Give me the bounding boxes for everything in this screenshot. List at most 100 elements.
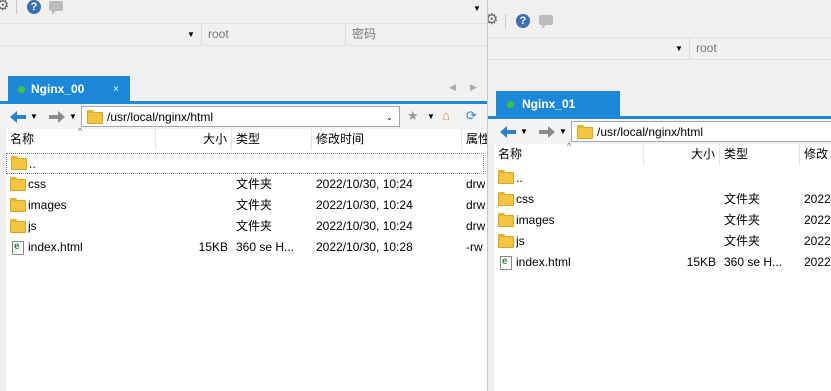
file-name: ..	[29, 157, 36, 171]
star-icon[interactable]: ★	[407, 108, 419, 124]
column-header-size[interactable]: 大小	[644, 144, 720, 165]
chevron-down-icon[interactable]: ▼	[187, 30, 195, 39]
tab-label: Nginx_00	[31, 82, 85, 96]
toolbar-separator	[505, 14, 506, 28]
chevron-down-icon[interactable]: ⌄	[386, 113, 393, 122]
sort-asc-icon: ^	[567, 141, 572, 151]
folder-icon	[498, 213, 514, 227]
file-type: 文件夹	[236, 198, 273, 212]
folder-icon	[10, 219, 26, 233]
back-arrow-icon[interactable]	[499, 125, 517, 139]
path-input[interactable]: /usr/local/nginx/html	[571, 121, 831, 142]
chevron-down-icon[interactable]: ▼	[520, 127, 528, 136]
file-name: index.html	[28, 240, 83, 254]
password-field[interactable]: 密码	[345, 24, 487, 45]
folder-icon	[11, 156, 27, 170]
forward-arrow-icon[interactable]	[538, 125, 556, 139]
column-header-mtime[interactable]: 修改	[800, 144, 831, 165]
table-row[interactable]: images 文件夹 2022	[494, 210, 831, 231]
chevron-down-icon[interactable]: ▼	[559, 127, 567, 136]
file-type: 文件夹	[236, 177, 273, 191]
right-nav-bar: ▼ ▼ /usr/local/nginx/html	[488, 119, 831, 144]
file-mtime: 2022	[804, 192, 831, 206]
gear-icon[interactable]: ⚙	[488, 12, 499, 27]
table-row[interactable]: js 文件夹 2022	[494, 231, 831, 252]
tab-nginx-00[interactable]: Nginx_00 ×	[8, 76, 130, 102]
chevron-down-icon[interactable]: ▼	[427, 112, 435, 121]
back-arrow-icon[interactable]	[9, 110, 27, 124]
right-toolbar: ⚙ ?	[488, 12, 831, 29]
chevron-down-icon[interactable]: ▼	[473, 4, 481, 13]
column-header-type[interactable]: 类型	[720, 144, 800, 165]
file-size: 15KB	[198, 240, 228, 254]
file-type: 文件夹	[236, 219, 273, 233]
table-row[interactable]: images 文件夹 2022/10/30, 10:24 drw	[6, 195, 487, 216]
forward-arrow-icon[interactable]	[48, 110, 66, 124]
column-header-attr[interactable]: 属性	[462, 129, 487, 150]
sort-asc-icon: ^	[78, 126, 83, 136]
right-file-list: 名称 ^ 大小 类型 修改 .. css 文件夹 2022 images 文件夹…	[494, 141, 831, 391]
tab-label: Nginx_01	[522, 97, 576, 111]
file-name: images	[28, 198, 67, 212]
tab-scroll-left-icon[interactable]: ◀	[449, 82, 456, 93]
table-row[interactable]: ..	[6, 153, 484, 174]
home-icon[interactable]: ⌂	[442, 108, 450, 124]
gear-icon[interactable]: ⚙	[0, 0, 10, 13]
refresh-icon[interactable]: ⟳	[466, 108, 477, 124]
file-name: index.html	[516, 255, 571, 269]
file-mtime: 2022/10/30, 10:24	[316, 219, 413, 233]
html-file-icon	[500, 256, 512, 270]
file-name: css	[28, 177, 46, 191]
chevron-down-icon[interactable]: ▼	[675, 44, 683, 53]
table-row[interactable]: css 文件夹 2022	[494, 189, 831, 210]
file-type: 360 se H...	[724, 255, 783, 269]
right-session-window: ⚙ ? ▼ root Nginx_01 ▼ ▼ /usr/local/nginx…	[488, 0, 831, 391]
file-type: 文件夹	[724, 192, 761, 206]
file-type: 360 se H...	[236, 240, 295, 254]
file-attr: drw	[466, 177, 486, 191]
help-icon[interactable]: ?	[516, 14, 530, 28]
file-mtime: 2022/10/30, 10:24	[316, 177, 413, 191]
file-attr: drw	[466, 219, 486, 233]
chevron-down-icon[interactable]: ▼	[30, 112, 38, 121]
file-mtime: 2022	[804, 213, 831, 227]
chat-icon[interactable]	[539, 15, 553, 29]
toolbar-separator	[16, 0, 17, 14]
help-icon[interactable]: ?	[27, 0, 41, 14]
table-row[interactable]: index.html 15KB 360 se H... 2022/10/30, …	[6, 237, 487, 258]
connected-status-icon	[507, 101, 514, 108]
tab-nginx-01[interactable]: Nginx_01	[496, 91, 620, 117]
file-mtime: 2022/10/30, 10:24	[316, 198, 413, 212]
path-input[interactable]: /usr/local/nginx/html ⌄	[81, 106, 400, 127]
chevron-down-icon[interactable]: ▼	[69, 112, 77, 121]
folder-icon	[87, 110, 103, 124]
username-field[interactable]: root	[201, 24, 345, 45]
path-text: /usr/local/nginx/html	[107, 110, 214, 124]
chat-icon[interactable]	[49, 1, 63, 15]
folder-icon	[498, 192, 514, 206]
file-attr: -rw	[466, 240, 483, 254]
html-file-icon	[12, 241, 24, 255]
file-name: js	[516, 234, 525, 248]
close-icon[interactable]: ×	[113, 84, 119, 95]
file-mtime: 2022/10/30, 10:28	[316, 240, 413, 254]
file-mtime: 2022	[804, 234, 831, 248]
table-row[interactable]: css 文件夹 2022/10/30, 10:24 drw	[6, 174, 487, 195]
folder-icon	[498, 234, 514, 248]
column-header-type[interactable]: 类型	[232, 129, 312, 150]
column-header-mtime[interactable]: 修改时间	[312, 129, 462, 150]
tab-scroll-right-icon[interactable]: ▶	[470, 82, 477, 93]
file-name: images	[516, 213, 555, 227]
table-row[interactable]: ..	[494, 168, 831, 189]
file-name: js	[28, 219, 37, 233]
left-nav-bar: ▼ ▼ /usr/local/nginx/html ⌄ ★ ▼ ⌂ ⟳	[0, 104, 487, 129]
column-header-size[interactable]: 大小	[156, 129, 232, 150]
file-name: ..	[516, 171, 523, 185]
table-row[interactable]: index.html 15KB 360 se H... 2022	[494, 252, 831, 273]
login-fields-row: ▼ root	[488, 37, 831, 60]
table-row[interactable]: js 文件夹 2022/10/30, 10:24 drw	[6, 216, 487, 237]
file-size: 15KB	[686, 255, 716, 269]
file-mtime: 2022	[804, 255, 831, 269]
login-fields-row: ▼ root 密码	[0, 23, 487, 46]
username-field[interactable]: root	[689, 38, 831, 59]
